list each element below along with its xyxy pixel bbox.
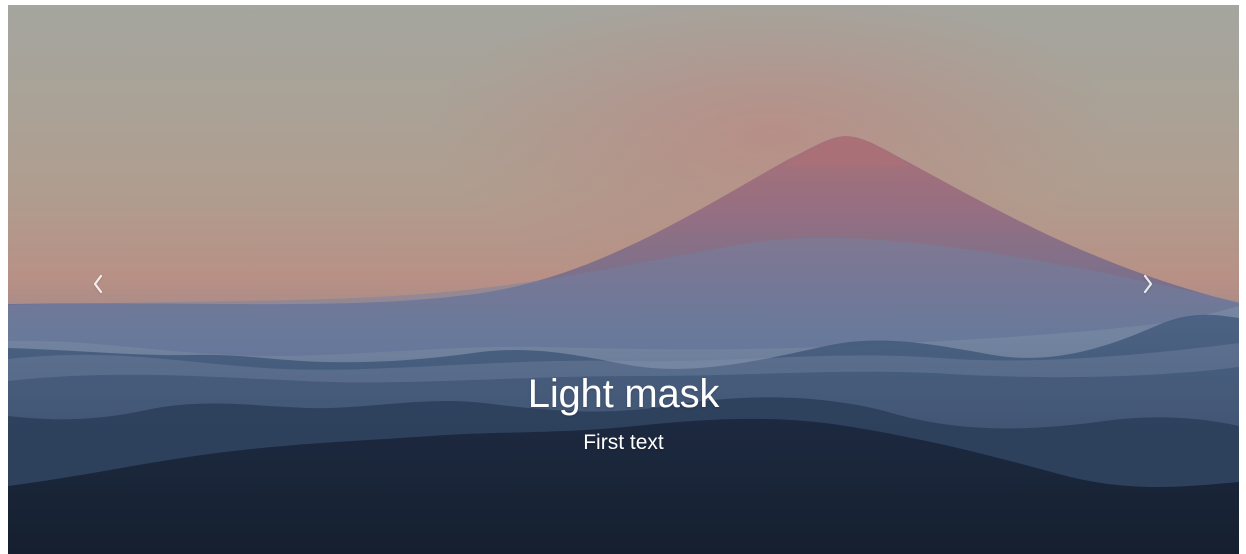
next-slide-button[interactable] (1132, 265, 1164, 303)
chevron-left-icon (93, 274, 103, 294)
slide-text: First text (583, 431, 664, 454)
mountain-slide-image (8, 5, 1239, 554)
slide-title: Light mask (527, 372, 720, 416)
previous-slide-button[interactable] (82, 265, 114, 303)
image-carousel[interactable]: Light mask First text (8, 5, 1239, 554)
slide-caption: Light mask First text (8, 370, 1239, 456)
chevron-right-icon (1143, 274, 1153, 294)
